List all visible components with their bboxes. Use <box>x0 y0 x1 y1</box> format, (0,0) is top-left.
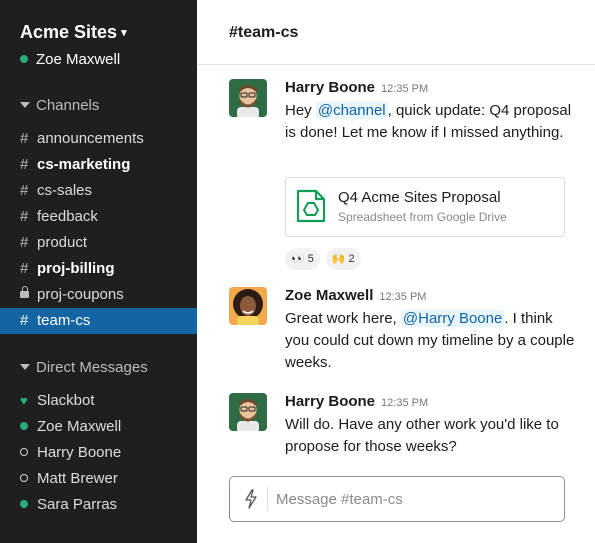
sidebar-item-sara-parras[interactable]: Sara Parras <box>0 492 197 518</box>
avatar[interactable] <box>229 287 267 325</box>
caret-down-icon <box>20 102 30 108</box>
caret-down-icon <box>20 364 30 370</box>
heart-icon: ♥ <box>20 393 28 408</box>
author-name[interactable]: Zoe Maxwell <box>285 287 373 304</box>
lock-icon <box>20 286 29 298</box>
avatar-zoe-maxwell-image <box>229 287 267 325</box>
lightning-icon[interactable] <box>244 489 258 509</box>
avatar[interactable] <box>229 393 267 431</box>
hash-icon: # <box>20 208 29 225</box>
sidebar-item-proj-billing[interactable]: # proj-billing <box>0 256 197 282</box>
message-pane: #team-cs Harry Boone 12:35 PM Hey @channe… <box>197 0 595 543</box>
hash-icon: # <box>20 260 29 277</box>
file-attachment[interactable]: Q4 Acme Sites Proposal Spreadsheet from … <box>285 177 565 237</box>
mention-channel[interactable]: @channel <box>315 102 388 119</box>
hash-icon: # <box>20 234 29 251</box>
sidebar-item-slackbot[interactable]: ♥ Slackbot <box>0 388 197 414</box>
sidebar-item-product[interactable]: # product <box>0 230 197 256</box>
online-status-icon <box>20 55 28 63</box>
avatar-harry-boone-image <box>229 79 267 117</box>
dm-label: Harry Boone <box>37 444 122 461</box>
attachment-subtitle: Spreadsheet from Google Drive <box>338 210 507 224</box>
channel-label: product <box>37 234 88 251</box>
message-text: Hey @channel, quick update: Q4 proposal … <box>285 102 572 141</box>
current-user[interactable]: Zoe Maxwell <box>20 51 120 68</box>
sidebar-item-matt-brewer[interactable]: Matt Brewer <box>0 466 197 492</box>
sidebar-item-cs-marketing[interactable]: # cs-marketing <box>0 152 197 178</box>
hash-icon: # <box>20 130 29 147</box>
channel-label: team-cs <box>37 312 91 329</box>
hash-icon: # <box>20 312 29 329</box>
avatar[interactable] <box>229 79 267 117</box>
dm-label: Matt Brewer <box>37 470 118 487</box>
hash-icon: # <box>20 156 29 173</box>
google-drive-icon <box>296 189 326 223</box>
author-name[interactable]: Harry Boone <box>285 79 375 96</box>
sidebar-item-feedback[interactable]: # feedback <box>0 204 197 230</box>
dm-label: Slackbot <box>37 392 95 409</box>
reaction-eyes[interactable]: 👀 5 <box>285 248 320 270</box>
dm-label: Sara Parras <box>37 496 118 513</box>
chevron-down-icon: ▾ <box>121 27 127 39</box>
channel-label: cs-sales <box>37 182 93 199</box>
sidebar-item-team-cs[interactable]: # team-cs <box>0 308 197 334</box>
online-status-icon <box>20 500 28 508</box>
workspace-name: Acme Sites <box>20 22 118 42</box>
sidebar-item-zoe-maxwell[interactable]: Zoe Maxwell <box>0 414 197 440</box>
sidebar-item-announcements[interactable]: # announcements <box>0 126 197 152</box>
timestamp[interactable]: 12:35 PM <box>379 291 426 303</box>
reaction-raised-hands[interactable]: 🙌 2 <box>325 248 361 270</box>
reaction-count: 5 <box>307 253 314 265</box>
away-status-icon <box>20 474 28 482</box>
raised-hands-emoji-icon: 🙌 <box>331 253 346 265</box>
reactions: 👀 5 🙌 2 <box>285 248 361 270</box>
away-status-icon <box>20 448 28 456</box>
channel-label: announcements <box>37 130 144 147</box>
message-text: Will do. Have any other work you'd like … <box>285 416 559 455</box>
sidebar-item-proj-coupons[interactable]: proj-coupons <box>0 282 197 308</box>
online-status-icon <box>20 422 28 430</box>
workspace-switcher[interactable]: Acme Sites ▾ <box>20 22 127 43</box>
channel-header: #team-cs <box>197 0 595 65</box>
channel-label: feedback <box>37 208 98 225</box>
avatar-harry-boone-image <box>229 393 267 431</box>
composer-divider <box>267 487 268 511</box>
message-text: Great work here, @Harry Boone. I think y… <box>285 310 575 371</box>
mention-user[interactable]: @Harry Boone <box>400 310 505 327</box>
channel-title[interactable]: #team-cs <box>229 24 298 42</box>
sidebar-item-cs-sales[interactable]: # cs-sales <box>0 178 197 204</box>
message-composer <box>229 476 565 522</box>
current-user-name: Zoe Maxwell <box>36 51 121 68</box>
message-input[interactable] <box>276 487 546 511</box>
channel-label: proj-billing <box>37 260 115 277</box>
author-name[interactable]: Harry Boone <box>285 393 375 410</box>
attachment-title: Q4 Acme Sites Proposal <box>338 189 501 206</box>
channel-label: cs-marketing <box>37 156 131 173</box>
dm-label: Zoe Maxwell <box>37 418 122 435</box>
sidebar-item-harry-boone[interactable]: Harry Boone <box>0 440 197 466</box>
timestamp[interactable]: 12:35 PM <box>381 83 428 95</box>
channels-section-header[interactable]: Channels <box>20 97 99 114</box>
hash-icon: # <box>20 182 29 199</box>
channel-label: proj-coupons <box>37 286 124 303</box>
timestamp[interactable]: 12:35 PM <box>381 397 428 409</box>
eyes-emoji-icon: 👀 <box>291 253 305 265</box>
sidebar: Acme Sites ▾ Zoe Maxwell Channels # announ… <box>0 0 197 543</box>
dm-section-header[interactable]: Direct Messages <box>20 359 148 376</box>
reaction-count: 2 <box>348 253 355 265</box>
